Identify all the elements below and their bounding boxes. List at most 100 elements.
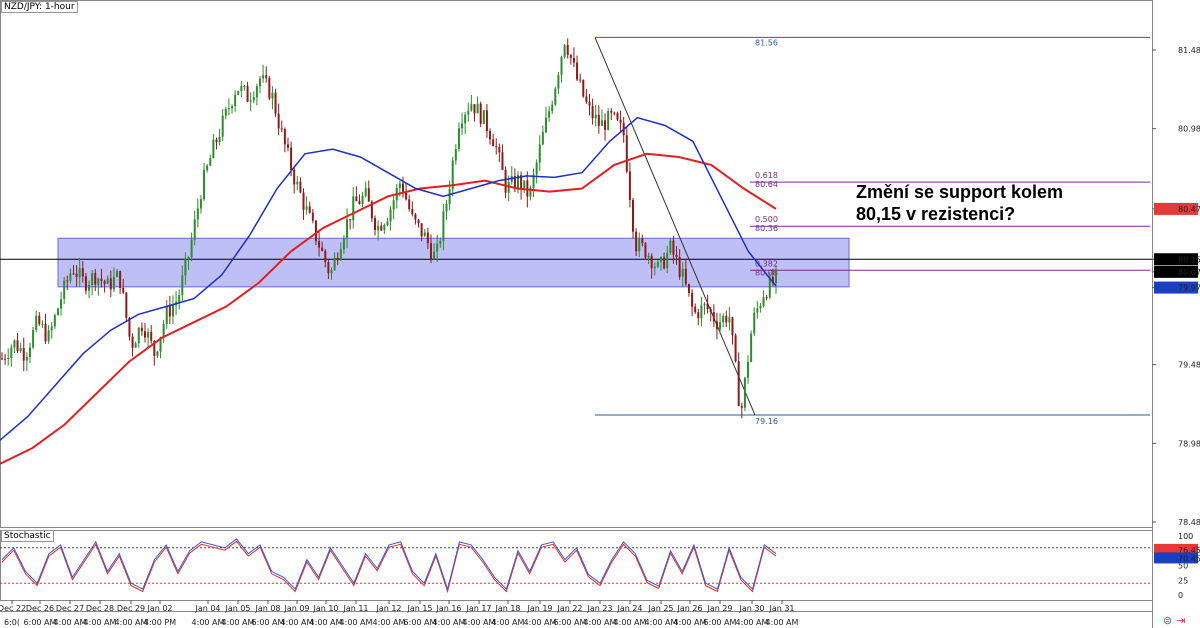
candle-body <box>479 103 482 124</box>
candle-body <box>355 196 358 202</box>
candle-body <box>628 171 631 201</box>
candle-body <box>318 241 321 248</box>
candle-body <box>572 57 575 63</box>
candle-body <box>684 268 687 284</box>
candle-body <box>32 329 35 348</box>
candle-body <box>206 165 209 171</box>
fib-low-label: 79.16 <box>755 417 778 426</box>
candle-body <box>296 181 299 185</box>
candle-body <box>672 240 675 255</box>
time-date-label: Jan 02 <box>146 604 172 613</box>
candle-body <box>243 86 246 88</box>
candle-body <box>417 219 420 224</box>
candle-body <box>722 315 725 323</box>
candle-body <box>47 330 50 342</box>
go-to-realtime-icon[interactable]: ⇥ <box>1176 614 1185 627</box>
candle-body <box>467 110 470 115</box>
time-hour-label: 6:00 AM <box>24 618 57 627</box>
candle-body <box>249 100 252 102</box>
candle-body <box>461 123 464 129</box>
candle-body <box>669 240 672 253</box>
candle-body <box>321 247 324 251</box>
candle-body <box>638 238 641 252</box>
time-hour-label: 4:00 AM <box>115 618 148 627</box>
time-hour-label: 6:0( <box>4 618 20 627</box>
candle-body <box>262 75 265 79</box>
candle-body <box>423 232 426 237</box>
candle-body <box>429 243 432 259</box>
stochastic-label: Stochastic <box>1 530 54 542</box>
fib-ratio-label: 0.500 <box>755 215 778 224</box>
candle-body <box>554 88 557 105</box>
time-hour-label: 4:00 AM <box>492 618 525 627</box>
candle-body <box>411 209 414 215</box>
price-chart[interactable]: 81.5679.160.61880.640.50080.360.38280.08… <box>0 0 1200 628</box>
candle-body <box>116 270 119 278</box>
candle-body <box>60 299 63 309</box>
candle-body <box>336 257 339 260</box>
candle-body <box>398 183 401 188</box>
time-date-label: Dec 28 <box>86 604 114 613</box>
candle-body <box>311 212 314 221</box>
candle-body <box>196 208 199 220</box>
candle-body <box>41 324 44 326</box>
candle-body <box>56 308 59 316</box>
time-date-label: Jan 19 <box>526 604 552 613</box>
candle-body <box>492 139 495 147</box>
candle-body <box>231 106 234 109</box>
candle-body <box>644 243 647 258</box>
candle-body <box>753 312 756 334</box>
candle-body <box>678 257 681 277</box>
sync-icon[interactable]: ⊜ <box>1163 614 1172 627</box>
candle-body <box>221 115 224 137</box>
time-hour-label: 6:00 AM <box>554 618 587 627</box>
time-hour-label: 4:00 AM <box>674 618 707 627</box>
price-tick-label: 80.98 <box>1178 125 1200 134</box>
candle-body <box>286 144 289 148</box>
candle-body <box>94 272 97 285</box>
candle-body <box>709 309 712 313</box>
candle-body <box>346 219 349 239</box>
candle-body <box>650 255 653 269</box>
time-date-label: Jan 18 <box>494 604 520 613</box>
candle-body <box>551 104 554 112</box>
chart-annotation: Změní se support kolem 80,15 v rezistenc… <box>856 181 1116 225</box>
candle-body <box>156 351 159 356</box>
candle-body <box>184 259 187 276</box>
time-date-label: Dec 22 <box>0 604 26 613</box>
candle-body <box>342 238 345 250</box>
time-date-label: Dec 29 <box>117 604 145 613</box>
candle-body <box>162 323 165 337</box>
candle-body <box>433 251 436 259</box>
candle-body <box>308 206 311 213</box>
candle-body <box>147 332 150 338</box>
candle-body <box>333 257 336 270</box>
time-date-label: Jan 23 <box>586 604 612 613</box>
candle-body <box>666 252 669 269</box>
candle-body <box>150 332 153 341</box>
candle-body <box>252 97 255 101</box>
candle-body <box>498 146 501 153</box>
candle-body <box>765 297 768 299</box>
candle-body <box>69 273 72 281</box>
candle-body <box>218 136 221 143</box>
price-tick-label: 78.98 <box>1178 439 1200 448</box>
time-date-label: Jan 04 <box>194 604 220 613</box>
candle-body <box>265 75 268 79</box>
candle-body <box>439 240 442 244</box>
candle-body <box>641 238 644 244</box>
candle-body <box>600 120 603 126</box>
candle-body <box>103 281 106 284</box>
candle-body <box>193 219 196 240</box>
time-date-label: Jan 10 <box>312 604 338 613</box>
time-date-label: Dec 26 <box>26 604 54 613</box>
time-date-label: Jan 05 <box>224 604 250 613</box>
candle-body <box>579 79 582 81</box>
candle-body <box>81 268 84 277</box>
candle-body <box>352 196 355 221</box>
candle-body <box>563 44 566 57</box>
candle-body <box>401 183 404 193</box>
candle-body <box>604 120 607 130</box>
price-tag-label: 80.47 <box>1178 205 1200 214</box>
candle-body <box>38 315 41 325</box>
